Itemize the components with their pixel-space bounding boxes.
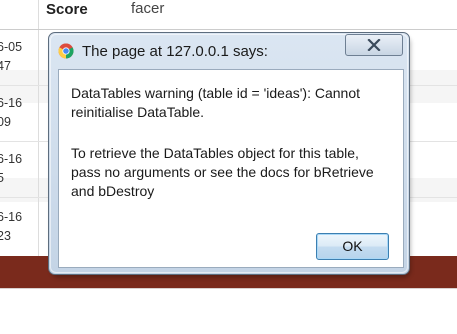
message-line: and bDestroy [71, 183, 155, 199]
table-row[interactable]: 6-05 47 [0, 38, 35, 76]
close-icon [367, 39, 381, 51]
message-line: reinitialise DataTable. [71, 104, 205, 120]
row-id-cell: 5 [0, 171, 4, 185]
dialog-body: DataTables warning (table id = 'ideas'):… [58, 69, 404, 268]
column-divider [38, 0, 39, 256]
chrome-icon [58, 43, 74, 59]
column-header-facer[interactable]: facer [131, 0, 164, 17]
footer-divider [0, 288, 457, 289]
browser-page: Score facer 6-05 47 6-16 09 6-16 5 6-16 … [0, 0, 457, 334]
row-id-cell: 09 [0, 115, 11, 129]
row-date-cell: 6-05 [0, 40, 23, 54]
dialog-title: The page at 127.0.0.1 says: [82, 43, 268, 60]
column-header-score[interactable]: Score [46, 1, 88, 18]
row-date-cell: 6-16 [0, 152, 23, 166]
row-date-cell: 6-16 [0, 210, 23, 224]
row-date-cell: 6-16 [0, 96, 23, 110]
table-row[interactable]: 6-16 5 [0, 150, 35, 188]
message-line: To retrieve the DataTables object for th… [71, 145, 359, 161]
close-button[interactable] [345, 34, 403, 56]
row-id-cell: 47 [0, 59, 11, 73]
table-row[interactable]: 6-16 23 [0, 208, 35, 246]
row-id-cell: 23 [0, 229, 11, 243]
table-row[interactable]: 6-16 09 [0, 94, 35, 132]
message-line: pass no arguments or see the docs for bR… [71, 164, 374, 180]
header-divider [0, 29, 457, 30]
ok-button[interactable]: OK [316, 233, 389, 260]
message-line: DataTables warning (table id = 'ideas'):… [71, 85, 361, 101]
alert-dialog: The page at 127.0.0.1 says: DataTables w… [48, 32, 410, 275]
